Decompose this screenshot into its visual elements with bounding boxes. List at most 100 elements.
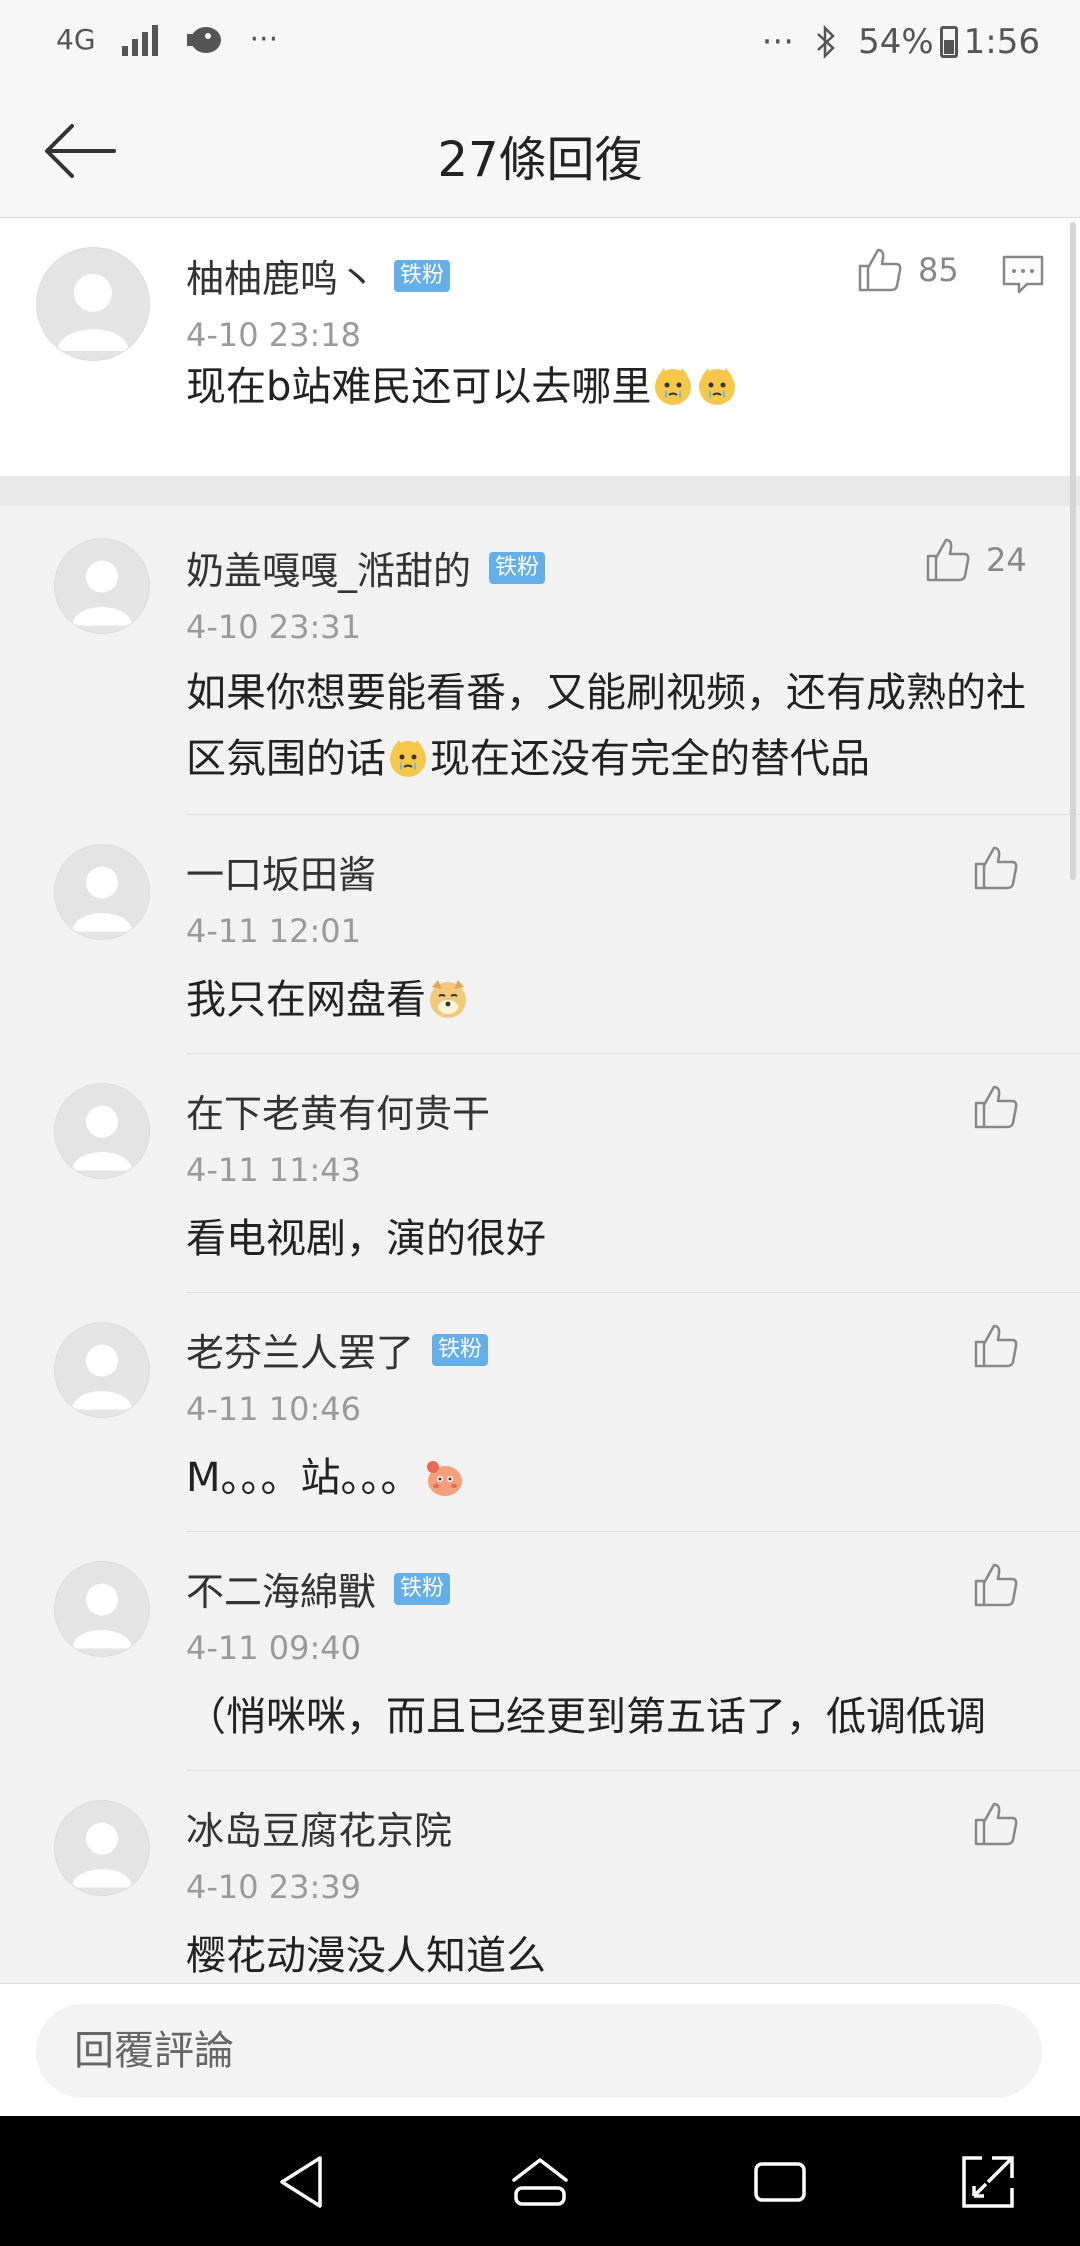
reply-time: 4-11 10:46 xyxy=(186,1390,362,1428)
reply-time: 4-11 09:40 xyxy=(186,1629,362,1667)
top-comment: 柚柚鹿鸣丶 铁粉 4-10 23:18 现在b站难民还可以去哪里 85 xyxy=(0,218,1080,476)
like-button[interactable]: 85 xyxy=(856,246,959,294)
reply-author[interactable]: 一口坂田酱 xyxy=(186,844,376,899)
cry-emoji-icon xyxy=(655,368,692,405)
cry-emoji-icon xyxy=(699,368,736,405)
fan-badge: 铁粉 xyxy=(394,259,451,292)
reply-content: 我只在网盘看 xyxy=(186,967,1036,1033)
comment-author[interactable]: 柚柚鹿鸣丶 铁粉 xyxy=(186,248,451,303)
doge-emoji-icon xyxy=(430,980,466,1018)
reply-divider xyxy=(186,1053,1080,1054)
avatar[interactable] xyxy=(54,1322,150,1418)
section-divider xyxy=(0,476,1080,506)
comment-time: 4-10 23:18 xyxy=(186,316,362,354)
like-button[interactable] xyxy=(972,1322,1020,1370)
reply-author[interactable]: 奶盖嘎嘎_湉甜的 铁粉 xyxy=(186,540,546,595)
reply-text-continued: 现在还没有完全的替代品 xyxy=(430,736,870,782)
reply-time: 4-10 23:39 xyxy=(186,1868,362,1906)
reply-text: 看电视剧，演的很好 xyxy=(186,1216,546,1262)
reply-divider xyxy=(186,1292,1080,1293)
expand-icon xyxy=(962,2156,1014,2208)
like-count: 85 xyxy=(918,251,959,289)
comment-list[interactable]: 柚柚鹿鸣丶 铁粉 4-10 23:18 现在b站难民还可以去哪里 85 奶盖嘎嘎… xyxy=(0,218,1080,1983)
username[interactable]: 柚柚鹿鸣丶 xyxy=(186,248,376,303)
reply-divider xyxy=(186,814,1080,815)
comment-text: 现在b站难民还可以去哪里 xyxy=(186,364,652,410)
system-nav-bar xyxy=(0,2116,1080,2246)
comment-content: 现在b站难民还可以去哪里 xyxy=(186,354,1026,420)
app-notification-icon xyxy=(184,20,224,58)
home-icon xyxy=(512,2158,568,2206)
signal-icon xyxy=(121,22,158,56)
scrollbar[interactable] xyxy=(1070,222,1076,880)
clock: 1:56 xyxy=(963,22,1040,62)
reply-comment-button[interactable] xyxy=(1001,252,1045,296)
header: 27條回復 xyxy=(0,90,1080,218)
reply-content: 看电视剧，演的很好 xyxy=(186,1206,1036,1272)
thumbs-up-icon xyxy=(974,846,1018,890)
reply-content: 如果你想要能看番，又能刷视频，还有成熟的社区氛围的话 现在还没有完全的替代品 xyxy=(186,660,1036,792)
triangle-back-icon xyxy=(280,2156,322,2208)
username[interactable]: 老芬兰人罢了 xyxy=(186,1322,414,1377)
thumbs-up-icon xyxy=(926,538,970,582)
fan-badge: 铁粉 xyxy=(432,1333,489,1366)
reply-input[interactable]: 回覆評論 xyxy=(36,2004,1042,2098)
bluetooth-icon xyxy=(814,24,838,60)
more-notifications-icon: ··· xyxy=(249,21,279,57)
reply-divider xyxy=(186,1770,1080,1771)
status-bar: 4G ··· ··· 54% 1:56 xyxy=(0,0,1080,90)
avatar[interactable] xyxy=(54,1800,150,1896)
reply-bar: 回覆評論 xyxy=(0,1983,1080,2116)
thumbs-up-icon xyxy=(974,1324,1018,1368)
fan-badge: 铁粉 xyxy=(489,551,546,584)
battery-percent: 54% xyxy=(858,22,934,62)
more-status-icon: ··· xyxy=(761,22,795,62)
reply-text: 我只在网盘看 xyxy=(186,977,426,1023)
thumbs-up-icon xyxy=(974,1085,1018,1129)
reply-content: 樱花动漫没人知道么 xyxy=(186,1923,1036,1983)
reply-text: （悄咪咪，而且已经更到第五话了，低调低调 xyxy=(186,1694,986,1740)
nav-expand-button[interactable] xyxy=(956,2150,1020,2214)
like-button[interactable] xyxy=(972,844,1020,892)
reply-time: 4-11 11:43 xyxy=(186,1151,362,1189)
thumbs-up-icon xyxy=(974,1563,1018,1607)
avatar[interactable] xyxy=(54,844,150,940)
avatar[interactable] xyxy=(36,247,150,361)
avatar[interactable] xyxy=(54,1561,150,1657)
reply-content: （悄咪咪，而且已经更到第五话了，低调低调 xyxy=(186,1684,1036,1750)
like-button[interactable] xyxy=(972,1083,1020,1131)
page-title: 27條回復 xyxy=(437,132,643,188)
recents-icon xyxy=(754,2162,806,2202)
like-count: 24 xyxy=(986,541,1027,579)
shy-sticker-icon xyxy=(426,1461,462,1496)
username[interactable]: 不二海綿獸 xyxy=(186,1561,376,1616)
thumbs-up-icon xyxy=(974,1802,1018,1846)
like-button[interactable] xyxy=(972,1800,1020,1848)
nav-back-button[interactable] xyxy=(272,2150,336,2214)
reply-author[interactable]: 不二海綿獸 铁粉 xyxy=(186,1561,451,1616)
reply-content: M。。。站。。。 xyxy=(186,1445,1036,1511)
username[interactable]: 冰岛豆腐花京院 xyxy=(186,1800,452,1855)
comment-icon xyxy=(1002,255,1044,294)
cry-emoji-icon xyxy=(390,740,426,777)
avatar[interactable] xyxy=(54,1083,150,1179)
nav-recents-button[interactable] xyxy=(748,2150,812,2214)
like-button[interactable] xyxy=(972,1561,1020,1609)
fan-badge: 铁粉 xyxy=(394,1572,451,1605)
username[interactable]: 奶盖嘎嘎_湉甜的 xyxy=(186,540,471,595)
username[interactable]: 一口坂田酱 xyxy=(186,844,376,899)
reply-author[interactable]: 在下老黄有何贵干 xyxy=(186,1083,490,1138)
reply-author[interactable]: 冰岛豆腐花京院 xyxy=(186,1800,452,1855)
battery-icon xyxy=(939,26,958,58)
network-indicator: 4G xyxy=(56,22,96,56)
nav-home-button[interactable] xyxy=(508,2150,572,2214)
thumbs-up-icon xyxy=(858,248,902,292)
like-button[interactable]: 24 xyxy=(924,536,1027,584)
username[interactable]: 在下老黄有何贵干 xyxy=(186,1083,490,1138)
avatar[interactable] xyxy=(54,538,150,634)
reply-time: 4-11 12:01 xyxy=(186,912,362,950)
reply-divider xyxy=(186,1531,1080,1532)
reply-text: 樱花动漫没人知道么 xyxy=(186,1933,546,1979)
reply-author[interactable]: 老芬兰人罢了 铁粉 xyxy=(186,1322,489,1377)
reply-time: 4-10 23:31 xyxy=(186,608,362,646)
